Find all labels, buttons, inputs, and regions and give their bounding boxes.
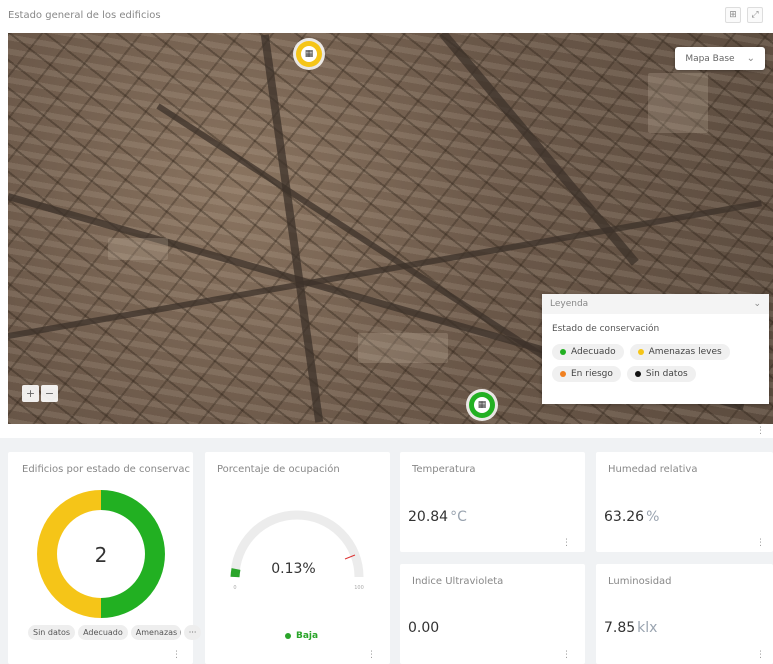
building-marker-adecuado[interactable]: ▦ [469, 392, 495, 418]
donut-chip[interactable]: Adecuado [78, 625, 128, 640]
donut-card: Edificios por estado de conservación 2 S… [8, 452, 202, 664]
legend-item[interactable]: En riesgo [552, 366, 621, 382]
value-unit: % [646, 509, 660, 525]
more-options-icon[interactable]: ⋮ [367, 650, 376, 660]
legend-panel: Leyenda ⌄ Estado de conservación Adecuad… [542, 294, 769, 404]
zoom-controls: + − [22, 385, 58, 402]
legend-item[interactable]: Amenazas leves [629, 344, 730, 360]
card-title: Temperatura [412, 464, 476, 475]
temperature-card: Temperatura 20.84 °C ⋮ [400, 452, 585, 552]
building-icon: ▦ [301, 46, 317, 62]
legend-chips: Adecuado Amenazas leves En riesgo Sin da… [542, 340, 742, 386]
legend-item-label: Amenazas leves [648, 347, 722, 357]
legend-subtitle: Estado de conservación [552, 324, 660, 334]
card-title: Luminosidad [608, 576, 672, 587]
legend-title: Leyenda [550, 299, 589, 309]
value-number: 0.00 [408, 620, 440, 636]
more-options-icon[interactable]: ⋮ [172, 650, 181, 660]
status-dot [560, 371, 566, 377]
card-title: Humedad relativa [608, 464, 698, 475]
export-icon[interactable]: ⊞ [725, 7, 741, 23]
uv-value: 0.00 [408, 620, 439, 636]
legend-item-label: Adecuado [571, 347, 616, 357]
donut-chip[interactable]: Sin datos [28, 625, 76, 640]
donut-chip[interactable]: Amenazas leves [130, 625, 181, 640]
donut-slice-amenazas-leves[interactable] [37, 490, 102, 618]
donut-legend: Sin datos Adecuado Amenazas leves ··· [28, 625, 202, 640]
zoom-in-button[interactable]: + [22, 385, 39, 402]
gauge-max: 100 [354, 585, 364, 591]
status-dot [285, 633, 291, 639]
more-options-icon[interactable]: ⋮ [562, 650, 571, 660]
basemap-label: Mapa Base [685, 53, 735, 64]
status-label: Baja [296, 631, 319, 641]
value-number: 63.26 [604, 509, 645, 525]
donut-more-chip[interactable]: ··· [183, 625, 202, 640]
more-options-icon[interactable]: ⋮ [562, 538, 571, 548]
occupancy-value: 0.13% [271, 561, 316, 577]
panel-title: Estado general de los edificios [8, 10, 161, 21]
legend-item[interactable]: Adecuado [552, 344, 624, 360]
legend-item[interactable]: Sin datos [626, 366, 696, 382]
value-unit: klx [637, 620, 658, 636]
status-dot [634, 371, 641, 377]
map-panel: Estado general de los edificios ⊞ ⤢ Mapa… [0, 0, 773, 438]
occupancy-status: Baja [285, 631, 318, 641]
legend-header[interactable]: Leyenda ⌄ [542, 294, 769, 314]
more-options-icon[interactable]: ⋮ [756, 426, 765, 436]
card-title: Edificios por estado de conservación [22, 464, 190, 475]
humidity-card: Humedad relativa 63.26% ⋮ [596, 452, 773, 552]
occupancy-card: Porcentaje de ocupación 0 100 0.13% Baja… [205, 452, 390, 664]
zoom-out-button[interactable]: − [41, 385, 58, 402]
building-icon: ▦ [474, 397, 490, 413]
panel-tools: ⊞ ⤢ [725, 7, 763, 23]
status-dot [560, 349, 566, 355]
more-options-icon[interactable]: ⋮ [756, 650, 765, 660]
temperature-value: 20.84 °C [408, 509, 467, 525]
value-unit: °C [450, 509, 467, 525]
card-title: Porcentaje de ocupación [217, 464, 340, 475]
building-marker-amenazas[interactable]: ▦ [296, 41, 322, 67]
gauge-min: 0 [233, 585, 236, 591]
donut-total: 2 [95, 543, 108, 567]
card-title: Índice Ultravioleta [412, 576, 504, 587]
collapse-icon[interactable]: ⌄ [753, 299, 761, 309]
more-options-icon[interactable]: ⋮ [756, 538, 765, 548]
value-number: 20.84 [408, 509, 449, 525]
status-dot [637, 349, 644, 355]
legend-item-label: Sin datos [645, 369, 688, 379]
chevron-down-icon: ⌄ [746, 53, 755, 64]
humidity-value: 63.26% [604, 509, 659, 525]
legend-item-label: En riesgo [571, 369, 613, 379]
light-card: Luminosidad 7.85 klx ⋮ [596, 564, 773, 664]
donut-chart: 2 [37, 490, 165, 618]
light-value: 7.85 klx [604, 620, 657, 636]
donut-slice-adecuado[interactable] [100, 490, 165, 618]
value-number: 7.85 [604, 620, 636, 636]
basemap-selector[interactable]: Mapa Base ⌄ [675, 47, 765, 70]
uv-card: Índice Ultravioleta 0.00 ⋮ [400, 564, 585, 664]
fullscreen-icon[interactable]: ⤢ [747, 7, 763, 23]
